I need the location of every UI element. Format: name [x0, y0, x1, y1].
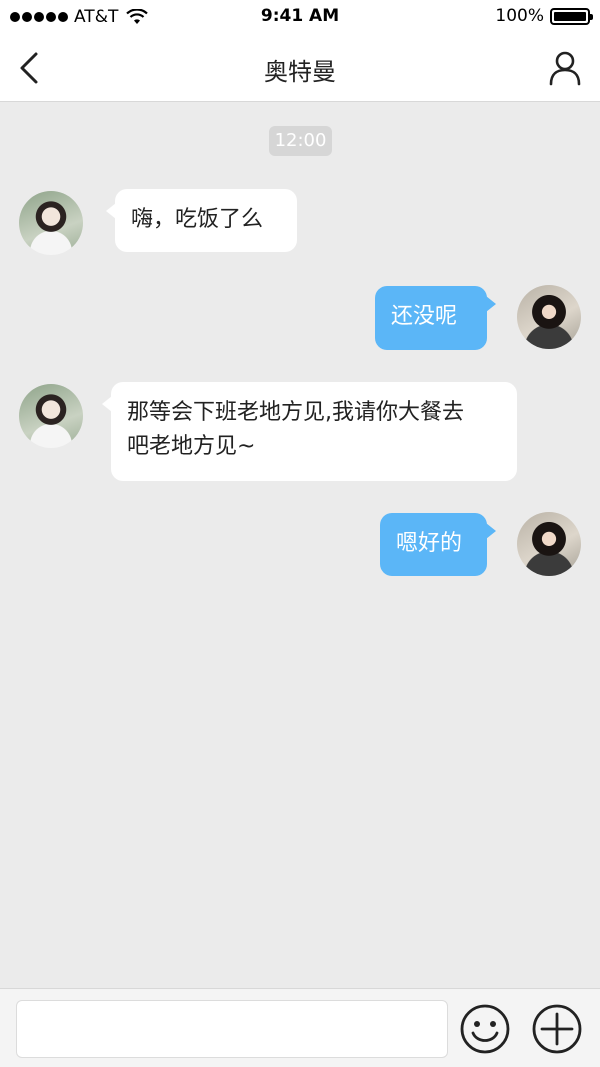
user-avatar[interactable] — [517, 285, 581, 349]
smiley-icon[interactable] — [459, 1003, 511, 1055]
user-icon[interactable] — [548, 50, 582, 86]
incoming-message-bubble[interactable]: 嗨，吃饭了么 — [106, 189, 297, 252]
input-bar — [0, 988, 600, 1067]
outgoing-message-bubble[interactable]: 还没呢 — [375, 286, 496, 350]
battery-icon — [550, 7, 593, 25]
timestamp-badge: 12:00 — [269, 126, 332, 156]
nav-bar: 奥特曼 — [0, 34, 600, 102]
battery-percent: 100% — [495, 6, 544, 26]
incoming-message-bubble[interactable]: 那等会下班老地方见,我请你大餐去 吧老地方见~ — [102, 382, 517, 481]
outgoing-message-bubble[interactable]: 嗯好的 — [380, 513, 496, 576]
plus-circle-icon[interactable] — [531, 1003, 583, 1055]
contact-avatar[interactable] — [19, 191, 83, 255]
user-avatar[interactable] — [517, 512, 581, 576]
contact-avatar[interactable] — [19, 384, 83, 448]
message-input[interactable] — [16, 1000, 448, 1058]
status-bar: AT&T 9:41 AM 100% — [0, 0, 600, 34]
status-right: 100% — [495, 6, 593, 26]
chat-area[interactable]: 12:00 嗨，吃饭了么 还没呢 那等会下班老地方见,我请你大餐去 吧老地方见~… — [0, 103, 600, 988]
page-title: 奥特曼 — [264, 58, 336, 86]
